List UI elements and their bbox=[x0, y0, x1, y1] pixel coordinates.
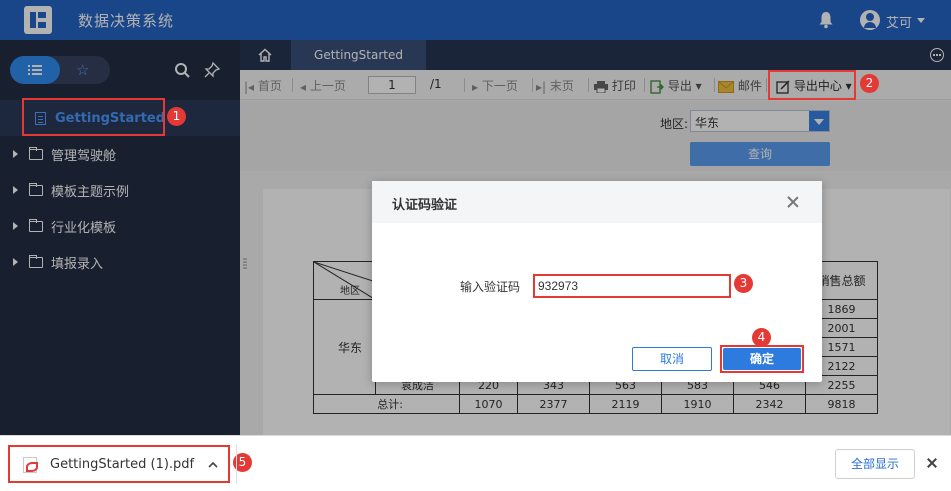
highlight-box-2 bbox=[768, 70, 856, 100]
confirm-button[interactable]: 确定 bbox=[723, 348, 801, 370]
code-label: 输入验证码 bbox=[460, 280, 521, 294]
pdf-file-icon bbox=[23, 457, 38, 473]
step-badge-4: 4 bbox=[752, 328, 771, 347]
step-badge-1: 1 bbox=[167, 107, 186, 126]
verification-dialog: 认证码验证 输入验证码 932973 取消 确定 bbox=[372, 181, 822, 382]
close-icon[interactable] bbox=[926, 457, 938, 469]
highlight-box-1 bbox=[22, 98, 165, 136]
close-icon[interactable] bbox=[786, 195, 800, 209]
chevron-up-icon[interactable] bbox=[208, 460, 218, 470]
download-bar: GettingStarted (1).pdf 5 全部显示 bbox=[0, 435, 951, 491]
verification-code-input[interactable]: 932973 bbox=[533, 274, 731, 298]
dialog-title: 认证码验证 bbox=[392, 198, 458, 213]
download-item[interactable]: GettingStarted (1).pdf bbox=[8, 445, 230, 483]
download-file-name[interactable]: GettingStarted (1).pdf bbox=[50, 457, 194, 472]
show-all-button[interactable]: 全部显示 bbox=[835, 449, 915, 479]
cancel-button[interactable]: 取消 bbox=[632, 347, 712, 371]
step-badge-2: 2 bbox=[860, 74, 879, 93]
dialog-header: 认证码验证 bbox=[372, 181, 822, 223]
app-window: 数据决策系统 艾可 ☆ GettingStarted 管理驾驶舱 模板主题示例 … bbox=[0, 0, 951, 491]
highlight-box-4: 确定 bbox=[720, 345, 804, 373]
step-badge-3: 3 bbox=[734, 274, 753, 293]
divider bbox=[236, 444, 237, 484]
